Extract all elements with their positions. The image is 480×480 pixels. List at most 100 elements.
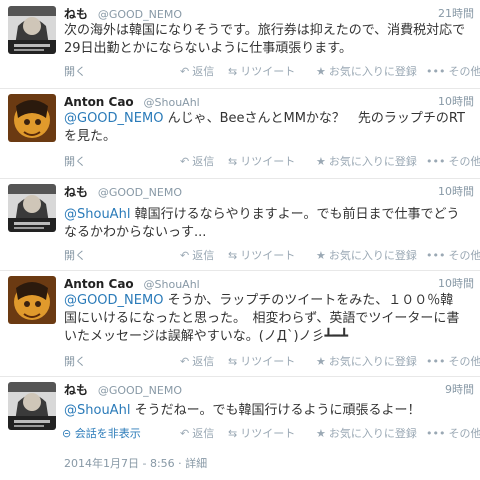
favorite-label: お気に入りに登録	[328, 427, 417, 440]
author-handle[interactable]: @GOOD_NEMO	[98, 186, 182, 199]
favorite-button[interactable]: ★ お気に入りに登録	[316, 64, 417, 80]
reply-label: 返信	[192, 355, 215, 368]
retweet-label: リツイート	[240, 427, 296, 440]
retweet-label: リツイート	[240, 249, 296, 262]
tweet-timestamp-footer: 2014年1月7日 - 8:56 · 詳細	[64, 455, 207, 471]
separator-dot: ·	[178, 457, 182, 470]
tweet-time[interactable]: 9時間	[445, 382, 474, 398]
author-handle[interactable]: @GOOD_NEMO	[98, 384, 182, 397]
tweet-actions: 開く ↶ 返信 ⇆ リツイート ★ お気に入りに登録 ••• その他	[64, 154, 480, 170]
tweet[interactable]: ねも @GOOD_NEMO 21時間 次の海外は韓国になりそうです。旅行券は抑え…	[0, 0, 480, 89]
avatar-shouahl[interactable]	[8, 276, 56, 324]
more-button[interactable]: ••• その他	[426, 154, 480, 170]
favorite-button[interactable]: ★ お気に入りに登録	[316, 354, 417, 370]
more-button[interactable]: ••• その他	[426, 426, 480, 442]
reply-button[interactable]: ↶ 返信	[180, 248, 214, 264]
tweet-time[interactable]: 10時間	[438, 94, 474, 110]
tweet-time[interactable]: 10時間	[438, 184, 474, 200]
favorite-label: お気に入りに登録	[328, 249, 417, 262]
more-label: その他	[448, 355, 480, 368]
tweet-body: そうだねー。でも韓国行けるように頑張るよー！	[130, 403, 421, 418]
reply-label: 返信	[192, 65, 215, 78]
author-name[interactable]: Anton Cao	[64, 95, 134, 109]
retweet-label: リツイート	[240, 155, 296, 168]
author-handle[interactable]: @ShouAhl	[144, 278, 200, 291]
avatar-good-nemo[interactable]	[8, 6, 56, 54]
favorite-button[interactable]: ★ お気に入りに登録	[316, 248, 417, 264]
tweet-text: 次の海外は韓国になりそうです。旅行券は抑えたので、消費税対応で29日出勤とかにな…	[64, 22, 466, 58]
tweet[interactable]: Anton Cao @ShouAhl 10時間 @GOOD_NEMO んじゃ、B…	[0, 88, 480, 179]
retweet-button[interactable]: ⇆ リツイート	[228, 154, 295, 170]
tweet-header: Anton Cao @ShouAhl 10時間	[64, 94, 474, 110]
favorite-label: お気に入りに登録	[328, 155, 417, 168]
star-icon: ★	[316, 65, 326, 78]
mention-link[interactable]: @ShouAhl	[64, 207, 130, 222]
ellipsis-icon: •••	[426, 355, 446, 368]
author-name[interactable]: ねも	[64, 7, 88, 21]
mention-link[interactable]: @ShouAhl	[64, 403, 130, 418]
retweet-icon: ⇆	[228, 427, 238, 440]
favorite-button[interactable]: ★ お気に入りに登録	[316, 154, 417, 170]
favorite-label: お気に入りに登録	[328, 65, 417, 78]
expand-link[interactable]: 開く	[64, 65, 86, 78]
avatar-good-nemo[interactable]	[8, 184, 56, 232]
author-handle[interactable]: @GOOD_NEMO	[98, 8, 182, 21]
retweet-button[interactable]: ⇆ リツイート	[228, 64, 295, 80]
reply-arrow-icon: ↶	[180, 249, 190, 262]
tweet-time[interactable]: 21時間	[438, 6, 474, 22]
reply-button[interactable]: ↶ 返信	[180, 154, 214, 170]
author-handle[interactable]: @ShouAhl	[144, 96, 200, 109]
tweet-header: Anton Cao @ShouAhl 10時間	[64, 276, 474, 292]
tweet-text: @GOOD_NEMO そうか、ラップチのツイートをみた、１００％韓国にいけるにな…	[64, 292, 466, 346]
retweet-button[interactable]: ⇆ リツイート	[228, 354, 295, 370]
author-name[interactable]: ねも	[64, 185, 88, 199]
more-label: その他	[448, 427, 480, 440]
more-label: その他	[448, 65, 480, 78]
tweet-time[interactable]: 10時間	[438, 276, 474, 292]
star-icon: ★	[316, 249, 326, 262]
more-button[interactable]: ••• その他	[426, 64, 480, 80]
ellipsis-icon: •••	[426, 427, 446, 440]
collapse-circle-icon: ⊝	[62, 427, 75, 440]
reply-button[interactable]: ↶ 返信	[180, 64, 214, 80]
author-name[interactable]: Anton Cao	[64, 277, 134, 291]
ellipsis-icon: •••	[426, 155, 446, 168]
expand-link[interactable]: 開く	[64, 155, 86, 168]
mention-link[interactable]: @GOOD_NEMO	[64, 111, 163, 126]
hide-conversation-link[interactable]: ⊝ 会話を非表示	[62, 427, 141, 440]
retweet-icon: ⇆	[228, 65, 238, 78]
reply-button[interactable]: ↶ 返信	[180, 354, 214, 370]
retweet-icon: ⇆	[228, 155, 238, 168]
conversation-timeline: ねも @GOOD_NEMO 21時間 次の海外は韓国になりそうです。旅行券は抑え…	[0, 0, 480, 480]
expand-link[interactable]: 開く	[64, 249, 86, 262]
tweet-actions: ⊝ 会話を非表示 ↶ 返信 ⇆ リツイート ★ お気に入りに登録 ••• その他	[62, 426, 480, 442]
author-name[interactable]: ねも	[64, 383, 88, 397]
reply-arrow-icon: ↶	[180, 65, 190, 78]
retweet-button[interactable]: ⇆ リツイート	[228, 248, 295, 264]
more-button[interactable]: ••• その他	[426, 354, 480, 370]
reply-button[interactable]: ↶ 返信	[180, 426, 214, 442]
tweet[interactable]: Anton Cao @ShouAhl 10時間 @GOOD_NEMO そうか、ラ…	[0, 270, 480, 377]
retweet-label: リツイート	[240, 65, 296, 78]
favorite-label: お気に入りに登録	[328, 355, 417, 368]
mention-link[interactable]: @GOOD_NEMO	[64, 293, 163, 308]
reply-arrow-icon: ↶	[180, 355, 190, 368]
retweet-button[interactable]: ⇆ リツイート	[228, 426, 295, 442]
favorite-button[interactable]: ★ お気に入りに登録	[316, 426, 417, 442]
tweet-actions: 開く ↶ 返信 ⇆ リツイート ★ お気に入りに登録 ••• その他	[64, 354, 480, 370]
expand-link[interactable]: 開く	[64, 355, 86, 368]
retweet-label: リツイート	[240, 355, 296, 368]
avatar-shouahl[interactable]	[8, 94, 56, 142]
detail-link[interactable]: 詳細	[185, 457, 207, 470]
reply-arrow-icon: ↶	[180, 155, 190, 168]
tweet[interactable]: ねも @GOOD_NEMO 10時間 @ShouAhl 韓国行けるならやりますよ…	[0, 178, 480, 271]
reply-label: 返信	[192, 155, 215, 168]
avatar-good-nemo[interactable]	[8, 382, 56, 430]
retweet-icon: ⇆	[228, 355, 238, 368]
tweet-date: 2014年1月7日 - 8:56	[64, 457, 175, 470]
reply-arrow-icon: ↶	[180, 427, 190, 440]
more-button[interactable]: ••• その他	[426, 248, 480, 264]
reply-label: 返信	[192, 249, 215, 262]
hide-conversation-label: 会話を非表示	[74, 427, 141, 440]
tweet-text: @ShouAhl 韓国行けるならやりますよー。でも前日まで仕事でどうなるかわから…	[64, 206, 466, 242]
